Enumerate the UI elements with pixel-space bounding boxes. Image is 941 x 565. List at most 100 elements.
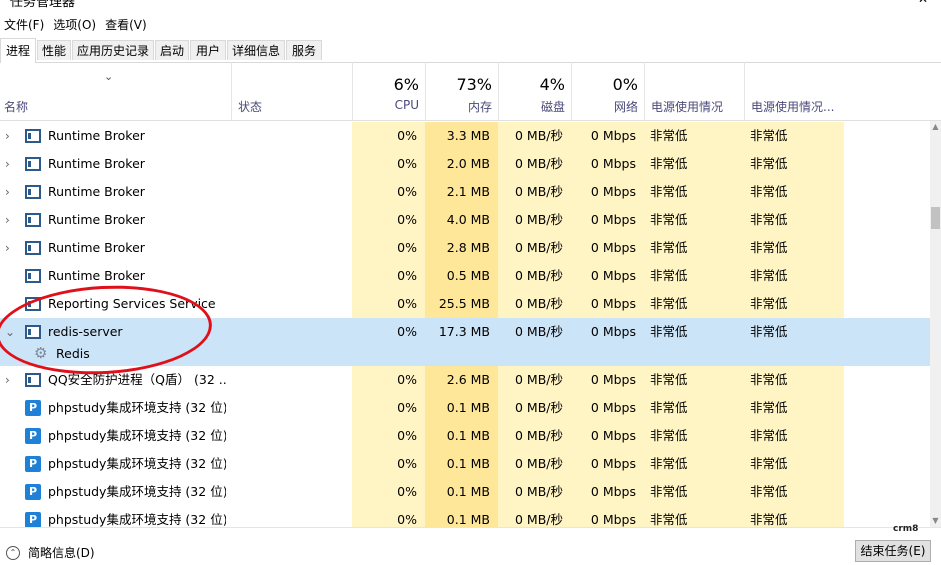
tab-details[interactable]: 详细信息 bbox=[227, 40, 285, 60]
column-name[interactable]: 名称 bbox=[4, 98, 28, 115]
cpu-value: 0% bbox=[397, 400, 417, 415]
menu-options[interactable]: 选项(O) bbox=[49, 16, 101, 33]
cell-network: 0 Mbps bbox=[571, 366, 644, 394]
power-value: 非常低 bbox=[650, 324, 688, 339]
expand-chevron-icon[interactable]: › bbox=[5, 234, 17, 262]
expand-chevron-icon[interactable]: › bbox=[5, 122, 17, 150]
power-value: 非常低 bbox=[650, 456, 688, 471]
app-window-icon bbox=[25, 241, 41, 255]
process-name: phpstudy集成环境支持 (32 位) bbox=[48, 512, 226, 527]
process-row[interactable]: Pphpstudy集成环境支持 (32 位) 0% 0.1 MB 0 MB/秒 0 Mb… bbox=[0, 422, 931, 450]
cell-memory: 0.1 MB bbox=[425, 478, 498, 506]
cell-disk: 0 MB/秒 bbox=[498, 206, 571, 234]
cell-power: 非常低 bbox=[644, 506, 744, 527]
minimize-icon[interactable]: — bbox=[870, 0, 882, 6]
column-memory[interactable]: 73% 内存 bbox=[425, 62, 498, 120]
column-cpu[interactable]: 6% CPU bbox=[352, 62, 425, 120]
power-value: 非常低 bbox=[650, 212, 688, 227]
network-value: 0 Mbps bbox=[590, 296, 636, 311]
scroll-up-icon[interactable]: ▲ bbox=[930, 121, 941, 133]
cpu-value: 0% bbox=[397, 240, 417, 255]
process-name: Reporting Services Service bbox=[48, 296, 216, 311]
memory-value: 0.1 MB bbox=[446, 400, 490, 415]
column-power[interactable]: 电源使用情况 bbox=[644, 62, 744, 120]
column-network[interactable]: 0% 网络 bbox=[571, 62, 644, 120]
power-value: 非常低 bbox=[650, 512, 688, 527]
process-row[interactable]: › Runtime Broker 0% 4.0 MB 0 MB/秒 0 Mbps 非常低 非常… bbox=[0, 206, 931, 234]
power-trend-label: 电源使用情况... bbox=[751, 100, 835, 114]
expand-chevron-icon[interactable]: ⌄ bbox=[5, 318, 17, 346]
tab-services[interactable]: 服务 bbox=[286, 40, 322, 60]
column-disk[interactable]: 4% 磁盘 bbox=[498, 62, 571, 120]
child-process-name[interactable]: Redis bbox=[56, 340, 90, 368]
cell-power-trend: 非常低 bbox=[744, 262, 844, 290]
cell-network: 0 Mbps bbox=[571, 290, 644, 318]
process-row[interactable]: › Runtime Broker 0% 3.3 MB 0 MB/秒 0 Mbps 非常低 非常… bbox=[0, 122, 931, 150]
cell-power: 非常低 bbox=[644, 178, 744, 206]
menu-view[interactable]: 查看(V) bbox=[101, 16, 152, 33]
cpu-value: 0% bbox=[397, 184, 417, 199]
process-row[interactable]: ⌄ redis-server 0% 17.3 MB 0 MB/秒 0 Mbps 非常低 非常低… bbox=[0, 318, 931, 366]
tab-startup[interactable]: 启动 bbox=[155, 40, 189, 60]
process-row[interactable]: Runtime Broker 0% 0.5 MB 0 MB/秒 0 Mbps 非常低 非常低 bbox=[0, 262, 931, 290]
cell-cpu: 0% bbox=[352, 450, 425, 478]
process-row[interactable]: Pphpstudy集成环境支持 (32 位) 0% 0.1 MB 0 MB/秒 0 Mb… bbox=[0, 450, 931, 478]
network-value: 0 Mbps bbox=[590, 372, 636, 387]
tab-users[interactable]: 用户 bbox=[190, 40, 226, 60]
process-row[interactable]: Pphpstudy集成环境支持 (32 位) 0% 0.1 MB 0 MB/秒 0 Mb… bbox=[0, 506, 931, 527]
app-window-icon bbox=[25, 325, 41, 339]
expand-chevron-icon[interactable]: › bbox=[5, 366, 17, 394]
process-row[interactable]: › Runtime Broker 0% 2.1 MB 0 MB/秒 0 Mbps 非常低 非常… bbox=[0, 178, 931, 206]
disk-value: 0 MB/秒 bbox=[515, 372, 563, 387]
network-total: 0% bbox=[612, 75, 638, 94]
process-list: › Runtime Broker 0% 3.3 MB 0 MB/秒 0 Mbps 非常低 非常… bbox=[0, 121, 931, 527]
cpu-value: 0% bbox=[397, 484, 417, 499]
tab-processes[interactable]: 进程 bbox=[0, 38, 36, 63]
cell-disk: 0 MB/秒 bbox=[498, 366, 571, 394]
end-task-button[interactable]: 结束任务(E) bbox=[855, 540, 931, 562]
vertical-scrollbar[interactable]: ▲ ▼ bbox=[930, 121, 941, 527]
process-row[interactable]: Pphpstudy集成环境支持 (32 位) 0% 0.1 MB 0 MB/秒 0 Mb… bbox=[0, 394, 931, 422]
disk-label: 磁盘 bbox=[540, 100, 565, 114]
process-row[interactable]: › QQ安全防护进程（Q盾） (32 ... 0% 2.6 MB 0 MB/秒 0 Mbp… bbox=[0, 366, 931, 394]
power-value: 非常低 bbox=[650, 428, 688, 443]
scroll-down-icon[interactable]: ▼ bbox=[930, 515, 941, 527]
phpstudy-icon: P bbox=[25, 400, 41, 416]
cell-power: 非常低 bbox=[644, 234, 744, 262]
cpu-value: 0% bbox=[397, 324, 417, 339]
memory-value: 0.1 MB bbox=[446, 456, 490, 471]
column-status-box[interactable]: 状态 bbox=[231, 62, 352, 120]
close-icon[interactable]: ✕ bbox=[918, 0, 928, 6]
disk-total: 4% bbox=[539, 75, 565, 94]
cell-power: 非常低 bbox=[644, 150, 744, 178]
less-details-button[interactable]: ⌃ 简略信息(D) bbox=[6, 544, 95, 561]
cell-power: 非常低 bbox=[644, 422, 744, 450]
tab-app-history[interactable]: 应用历史记录 bbox=[72, 40, 154, 60]
process-row[interactable]: Pphpstudy集成环境支持 (32 位) 0% 0.1 MB 0 MB/秒 0 Mb… bbox=[0, 478, 931, 506]
power-value: 非常低 bbox=[650, 400, 688, 415]
process-row[interactable]: Reporting Services Service 0% 25.5 MB 0 MB/… bbox=[0, 290, 931, 318]
sort-chevron-icon[interactable]: ⌄ bbox=[104, 70, 113, 83]
expand-chevron-icon[interactable]: › bbox=[5, 206, 17, 234]
process-row[interactable]: › Runtime Broker 0% 2.8 MB 0 MB/秒 0 Mbps 非常低 非常… bbox=[0, 234, 931, 262]
disk-value: 0 MB/秒 bbox=[515, 484, 563, 499]
power-value: 非常低 bbox=[650, 156, 688, 171]
menu-file[interactable]: 文件(F) bbox=[0, 16, 49, 33]
app-window-icon bbox=[25, 185, 41, 199]
cell-cpu: 0% bbox=[352, 366, 425, 394]
process-name: phpstudy集成环境支持 (32 位) bbox=[48, 456, 226, 471]
network-value: 0 Mbps bbox=[590, 456, 636, 471]
process-row[interactable]: › Runtime Broker 0% 2.0 MB 0 MB/秒 0 Mbps 非常低 非常… bbox=[0, 150, 931, 178]
expand-chevron-icon[interactable]: › bbox=[5, 178, 17, 206]
power-trend-value: 非常低 bbox=[750, 372, 788, 387]
scroll-thumb[interactable] bbox=[931, 207, 940, 229]
expand-chevron-icon[interactable]: › bbox=[5, 150, 17, 178]
cell-network: 0 Mbps bbox=[571, 122, 644, 150]
app-window-icon bbox=[25, 157, 41, 171]
network-value: 0 Mbps bbox=[590, 512, 636, 527]
column-power-trend[interactable]: 电源使用情况... bbox=[744, 62, 844, 120]
cell-memory: 0.1 MB bbox=[425, 394, 498, 422]
tab-performance[interactable]: 性能 bbox=[37, 40, 71, 60]
disk-value: 0 MB/秒 bbox=[515, 268, 563, 283]
power-value: 非常低 bbox=[650, 372, 688, 387]
